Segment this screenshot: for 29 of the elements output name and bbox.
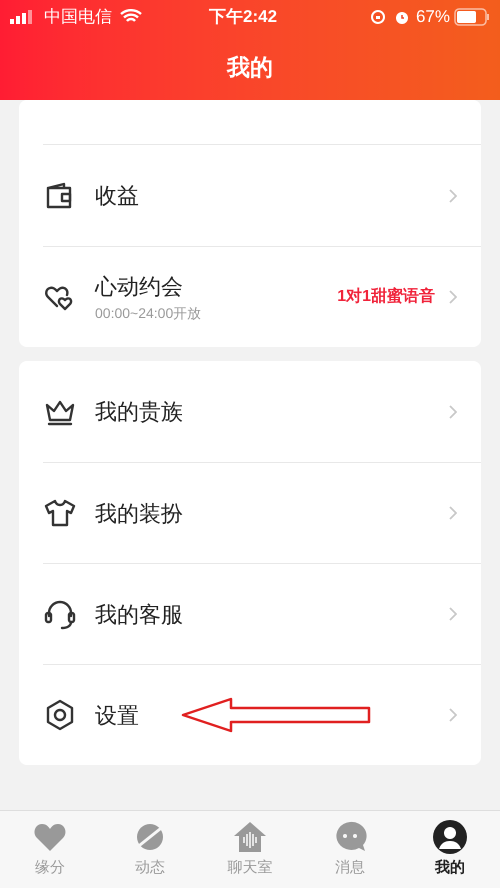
page-title: 我的: [227, 52, 273, 82]
menu-item[interactable]: 设置: [43, 664, 481, 765]
item-subtitle: 00:00~24:00开放: [95, 304, 202, 323]
battery-icon: [454, 8, 490, 26]
menu-item[interactable]: 收益: [43, 145, 481, 246]
item-label: 我的贵族: [95, 398, 183, 426]
chevron-icon: [449, 708, 457, 722]
chevron-icon: [449, 607, 457, 621]
item-label: 我的客服: [95, 600, 183, 628]
tab-item[interactable]: 我的: [400, 811, 500, 888]
item-tag-text: 1对1甜蜜语音: [337, 286, 435, 307]
menu-item[interactable]: 我的装扮: [43, 462, 481, 563]
menu-item[interactable]: 我的客服: [43, 563, 481, 664]
signal-icon: [10, 10, 34, 24]
item-label: 我的装扮: [95, 500, 183, 528]
battery-text: 67%: [416, 6, 450, 28]
chevron-icon: [449, 506, 457, 520]
item-label: 心动约会: [95, 273, 184, 301]
item-label: 收益: [95, 182, 139, 210]
chevron-icon: [449, 188, 457, 202]
alarm-icon: [394, 9, 410, 25]
chevron-icon: [449, 290, 457, 304]
chevron-icon: [449, 404, 457, 418]
carrier-text: 中国电信: [44, 6, 112, 28]
time-text: 下午2:42: [209, 6, 278, 28]
menu-item[interactable]: 心动约会 00:00~24:00开放 1对1甜蜜语音: [43, 246, 481, 347]
avatar-icon: [432, 819, 468, 856]
item-label: 设置: [95, 702, 139, 730]
menu-item[interactable]: 我的贵族: [43, 361, 481, 462]
